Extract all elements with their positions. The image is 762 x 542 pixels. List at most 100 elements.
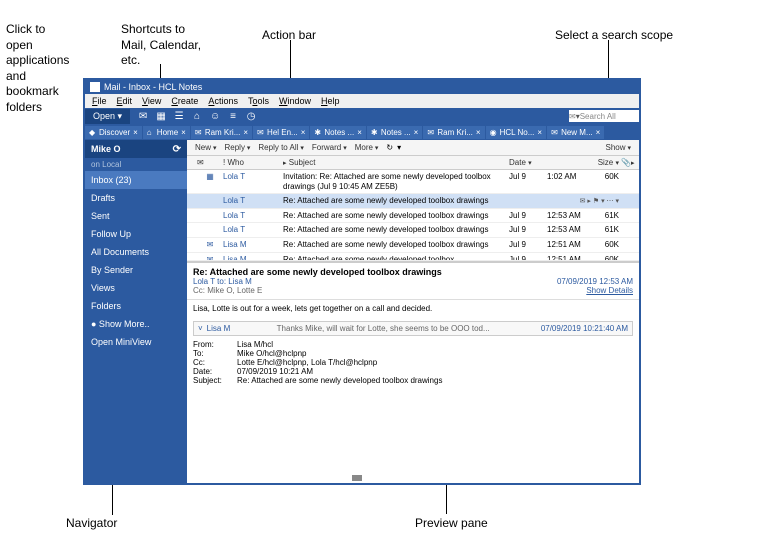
- msg-size: ✉ ▸ ⚑ ▾ ⋯ ▾: [531, 196, 621, 205]
- action-new[interactable]: New: [191, 143, 220, 152]
- message-row[interactable]: ✉Lisa MRe: Attached are some newly devel…: [187, 238, 639, 253]
- annotation-navigator: Navigator: [66, 516, 117, 532]
- message-row[interactable]: Lola TRe: Attached are some newly develo…: [187, 223, 639, 238]
- nav-item-8[interactable]: ● Show More..: [85, 315, 187, 333]
- msg-who: Lola T: [223, 211, 283, 220]
- tab-label: Notes ...: [381, 128, 411, 137]
- msg-who: Lola T: [223, 172, 283, 181]
- close-icon[interactable]: ×: [243, 128, 248, 137]
- preview-subject: Re: Attached are some newly developed to…: [193, 267, 633, 277]
- col-icon[interactable]: ✉: [187, 158, 223, 167]
- tab-icon: ✉: [427, 128, 435, 136]
- close-icon[interactable]: ×: [181, 128, 186, 137]
- nav-item-9[interactable]: Open MiniView: [85, 333, 187, 351]
- tab-0[interactable]: ◆Discover×: [85, 126, 142, 139]
- detail-from: Lisa M/hcl: [237, 340, 273, 349]
- msg-subject: Re: Attached are some newly developed to…: [283, 211, 509, 221]
- nav-item-3[interactable]: Follow Up: [85, 225, 187, 243]
- home-icon[interactable]: ⌂: [190, 109, 204, 123]
- menu-edit[interactable]: Edit: [112, 96, 138, 106]
- nav-item-6[interactable]: Views: [85, 279, 187, 297]
- message-list: ▦Lola TInvitation: Re: Attached are some…: [187, 170, 639, 261]
- close-icon[interactable]: ×: [537, 128, 542, 137]
- close-icon[interactable]: ×: [133, 128, 138, 137]
- message-row[interactable]: Lola TRe: Attached are some newly develo…: [187, 209, 639, 224]
- action-replyall[interactable]: Reply to All: [254, 143, 308, 152]
- msg-time: 1:02 AM: [547, 172, 591, 181]
- col-size[interactable]: Size ▾: [591, 158, 621, 167]
- refresh-icon[interactable]: ⟳: [173, 144, 181, 155]
- nav-item-1[interactable]: Drafts: [85, 189, 187, 207]
- nav-item-7[interactable]: Folders: [85, 297, 187, 315]
- person-icon[interactable]: ☺: [208, 109, 222, 123]
- show-details-link[interactable]: Show Details: [586, 286, 633, 295]
- menu-window[interactable]: Window: [274, 96, 316, 106]
- msg-date: Jul 9: [509, 172, 547, 181]
- tab-1[interactable]: ⌂Home×: [143, 126, 190, 139]
- tab-8[interactable]: ✉New M...×: [547, 126, 604, 139]
- menu-view[interactable]: View: [137, 96, 166, 106]
- window-title: Mail - Inbox - HCL Notes: [104, 82, 202, 92]
- tab-label: New M...: [561, 128, 593, 137]
- menu-tools[interactable]: Tools: [243, 96, 274, 106]
- tab-icon: ✉: [257, 128, 265, 136]
- message-row[interactable]: ▦Lola TInvitation: Re: Attached are some…: [187, 170, 639, 194]
- message-row[interactable]: Lola TRe: Attached are some newly develo…: [187, 194, 639, 209]
- action-forward[interactable]: Forward: [308, 143, 351, 152]
- message-row[interactable]: ✉Lisa MRe: Attached are some newly devel…: [187, 253, 639, 261]
- thread-date: 07/09/2019 10:21:40 AM: [541, 324, 628, 333]
- preview-pane: Re: Attached are some newly developed to…: [187, 261, 639, 483]
- toolbar: Open ▾ ✉ ▦ ☰ ⌂ ☺ ≡ ◷ ✉ ▾ Search All: [85, 108, 639, 124]
- close-icon[interactable]: ×: [596, 128, 601, 137]
- open-button[interactable]: Open ▾: [85, 109, 130, 124]
- menu-create[interactable]: Create: [166, 96, 203, 106]
- msg-date: Jul 9: [509, 211, 547, 220]
- msg-subject: Re: Attached are some newly developed to…: [283, 196, 531, 206]
- close-icon[interactable]: ×: [357, 128, 362, 137]
- nav-item-2[interactable]: Sent: [85, 207, 187, 225]
- col-subject[interactable]: ▸ Subject: [283, 158, 509, 167]
- msg-date: Jul 9: [509, 225, 547, 234]
- action-refresh-icon[interactable]: ↻: [386, 143, 393, 152]
- contacts-icon[interactable]: ☰: [172, 109, 186, 123]
- show-button[interactable]: Show: [602, 143, 635, 152]
- nav-item-0[interactable]: Inbox (23): [85, 171, 187, 189]
- col-date[interactable]: Date ▾: [509, 158, 547, 167]
- todo-icon[interactable]: ≡: [226, 109, 240, 123]
- clock-icon[interactable]: ◷: [244, 109, 258, 123]
- menu-bar: File Edit View Create Actions Tools Wind…: [85, 94, 639, 108]
- nav-item-5[interactable]: By Sender: [85, 261, 187, 279]
- msg-who: Lola T: [223, 196, 283, 205]
- row-action-icons[interactable]: ✉ ▸ ⚑ ▾ ⋯ ▾: [580, 198, 619, 205]
- tab-6[interactable]: ✉Ram Kri...×: [423, 126, 484, 139]
- close-icon[interactable]: ×: [476, 128, 481, 137]
- calendar-icon[interactable]: ▦: [154, 109, 168, 123]
- tab-3[interactable]: ✉Hel En...×: [253, 126, 309, 139]
- close-icon[interactable]: ×: [301, 128, 306, 137]
- tab-icon: ◉: [490, 128, 498, 136]
- tab-2[interactable]: ✉Ram Kri...×: [191, 126, 252, 139]
- tab-icon: ✱: [371, 128, 379, 136]
- tab-label: Discover: [99, 128, 130, 137]
- splitter-handle[interactable]: [352, 475, 362, 481]
- tab-4[interactable]: ✱Notes ...×: [310, 126, 365, 139]
- col-attach[interactable]: 📎▸: [621, 158, 639, 167]
- nav-item-4[interactable]: All Documents: [85, 243, 187, 261]
- msg-size: 60K: [591, 240, 621, 249]
- menu-help[interactable]: Help: [316, 96, 345, 106]
- annotation-open: Click to open applications and bookmark …: [6, 22, 81, 116]
- action-reply[interactable]: Reply: [220, 143, 254, 152]
- thread-row[interactable]: ˅ Lisa M Thanks Mike, will wait for Lott…: [193, 321, 633, 336]
- search-box[interactable]: ✉ ▾ Search All: [569, 110, 639, 122]
- mail-icon[interactable]: ✉: [136, 109, 150, 123]
- action-folder-icon[interactable]: ▾: [397, 143, 401, 152]
- close-icon[interactable]: ×: [414, 128, 419, 137]
- tab-7[interactable]: ◉HCL No...×: [486, 126, 547, 139]
- menu-actions[interactable]: Actions: [203, 96, 243, 106]
- detail-subject: Re: Attached are some newly developed to…: [237, 376, 442, 385]
- action-more[interactable]: More: [351, 143, 383, 152]
- tab-label: HCL No...: [500, 128, 535, 137]
- col-who[interactable]: ! Who: [223, 158, 283, 167]
- tab-5[interactable]: ✱Notes ...×: [367, 126, 422, 139]
- menu-file[interactable]: File: [87, 96, 112, 106]
